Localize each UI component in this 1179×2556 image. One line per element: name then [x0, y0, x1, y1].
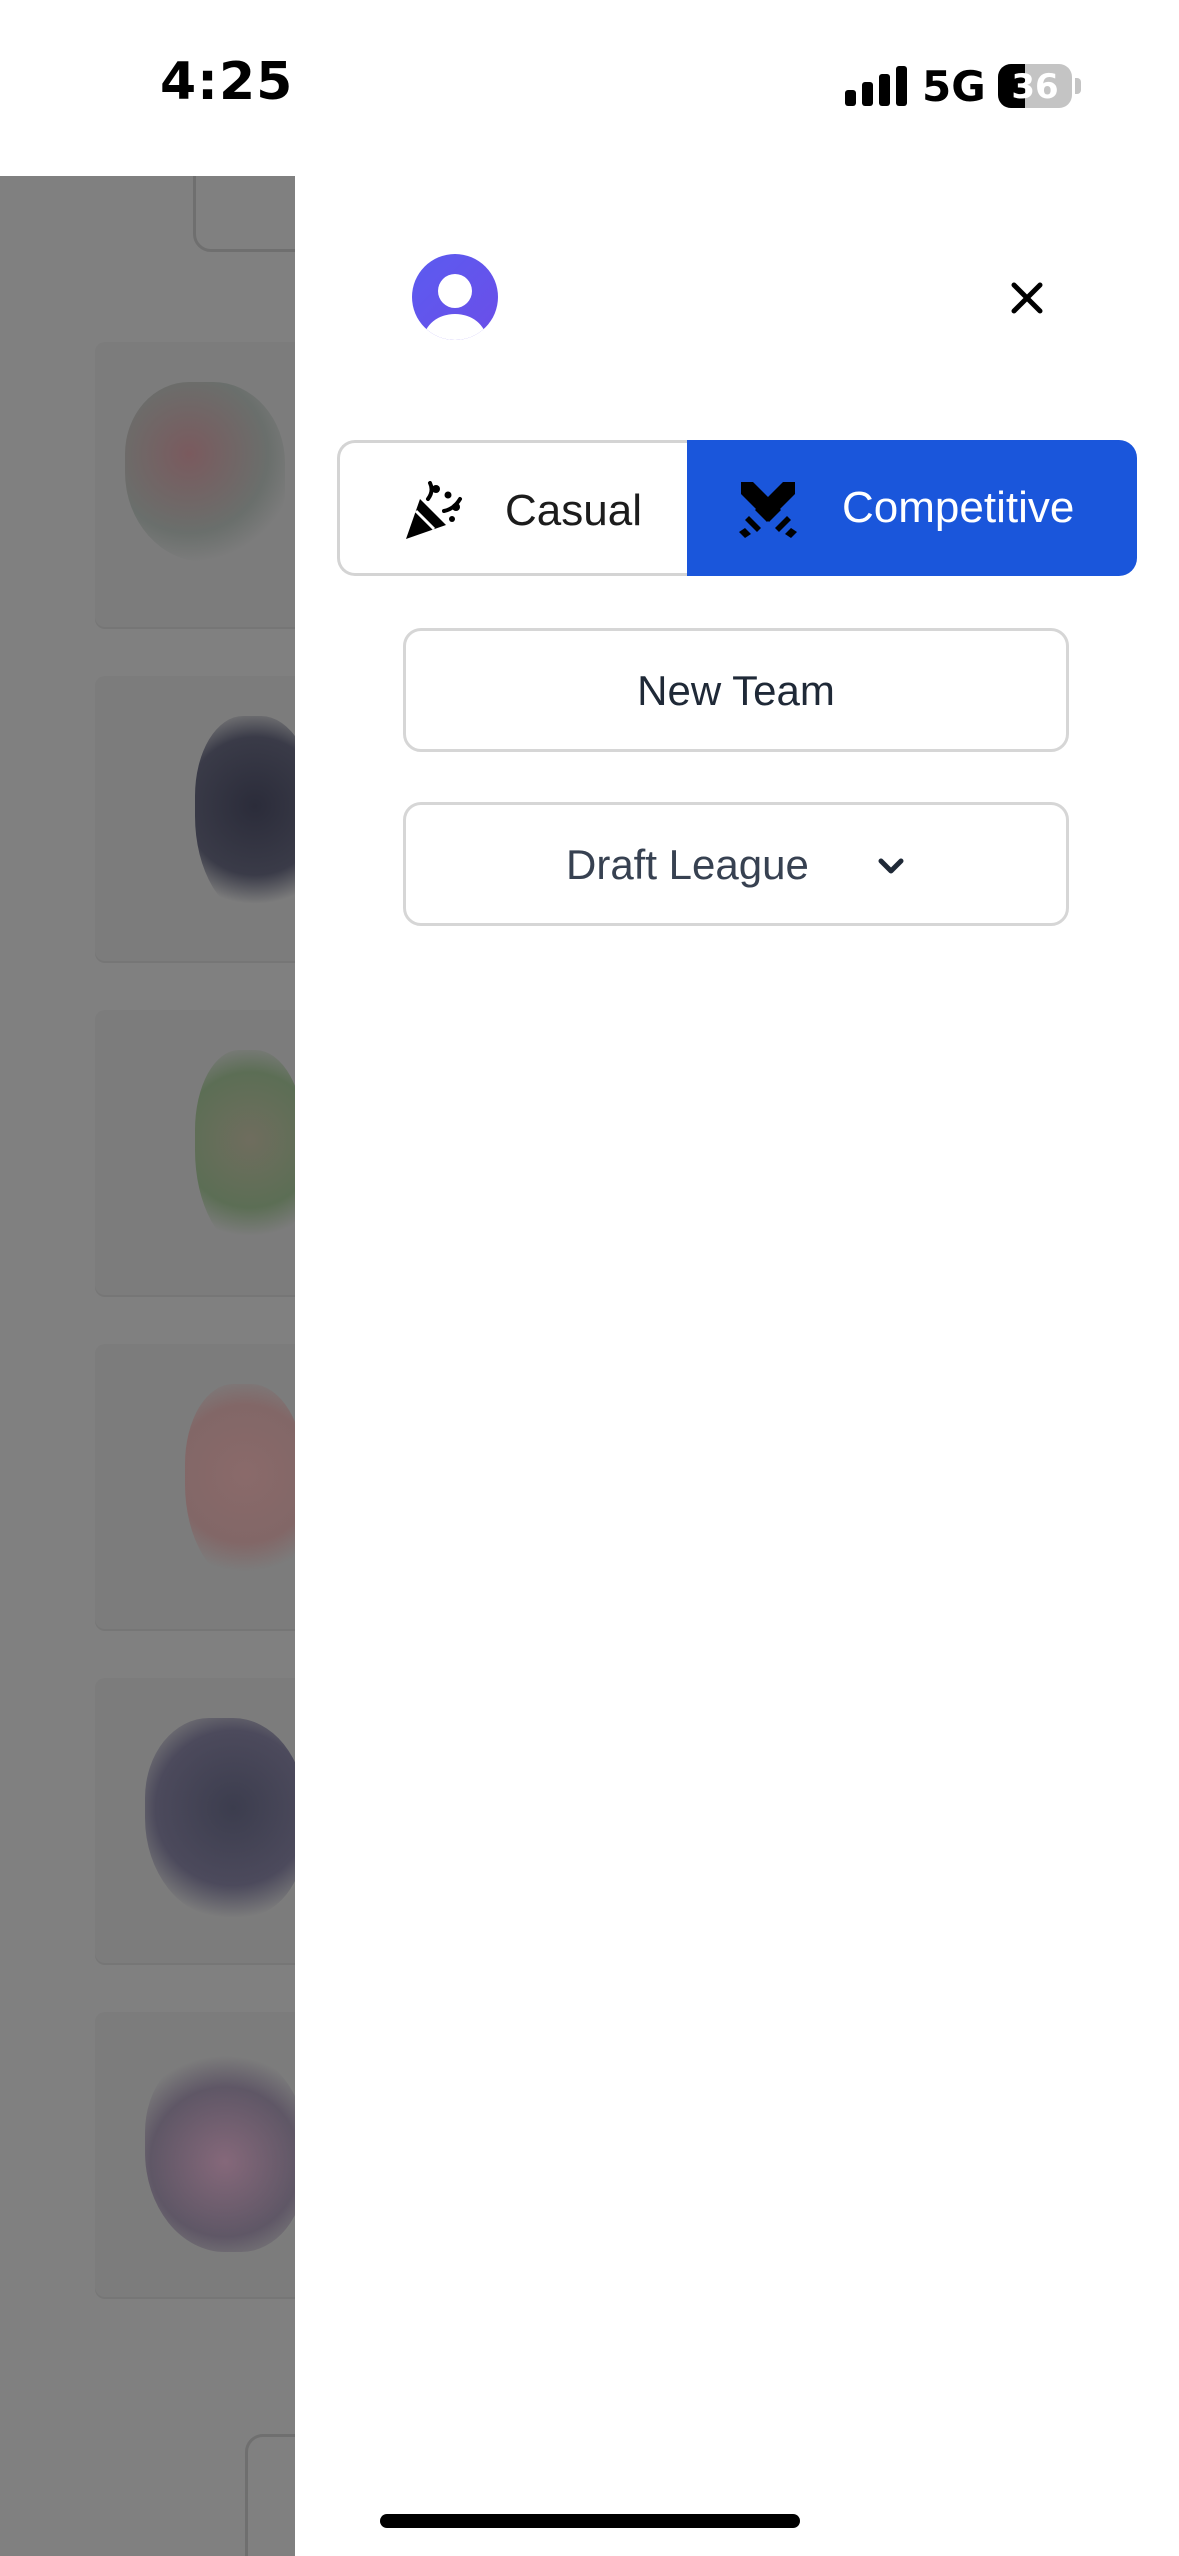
pokemon-sprite [195, 716, 295, 916]
home-indicator[interactable] [380, 2514, 800, 2528]
background-pokemon-card [95, 1678, 295, 1963]
background-card-edge [245, 2434, 295, 2556]
background-card-edge [193, 176, 295, 252]
background-pokemon-card [95, 2012, 295, 2297]
casual-mode-button[interactable]: Casual [337, 440, 687, 576]
network-type: 5G [922, 62, 986, 111]
chevron-down-icon [876, 855, 906, 879]
signal-strength-icon [845, 66, 909, 106]
casual-label: Casual [505, 486, 642, 535]
competitive-label: Competitive [842, 483, 1075, 532]
battery-level: 36 [1011, 67, 1059, 107]
new-team-label: New Team [637, 667, 835, 714]
competitive-mode-button[interactable]: Competitive [687, 440, 1137, 576]
background-pokemon-card [95, 342, 295, 627]
background-pokemon-card [95, 676, 295, 961]
pokemon-sprite [125, 382, 285, 562]
avatar-body [424, 314, 486, 340]
new-team-button[interactable]: New Team [403, 628, 1069, 752]
pokemon-sprite [145, 1718, 295, 1918]
draft-league-dropdown[interactable]: Draft League [403, 802, 1069, 926]
crossed-swords-icon [737, 478, 799, 540]
dimmed-background-overlay[interactable] [0, 176, 295, 2556]
pokemon-sprite [145, 2052, 295, 2252]
battery-cap [1075, 78, 1081, 94]
pokemon-sprite [185, 1384, 295, 1584]
pokemon-sprite [195, 1050, 295, 1250]
status-time: 4:25 [160, 52, 294, 112]
background-pokemon-card [95, 1010, 295, 1295]
battery-icon: 36 [998, 64, 1072, 108]
close-icon[interactable] [1005, 276, 1049, 320]
mode-toggle: Casual Competitive [337, 440, 1137, 576]
background-pokemon-card [95, 1344, 295, 1629]
draft-league-label: Draft League [566, 841, 809, 888]
party-popper-icon [402, 481, 464, 543]
avatar-head [438, 274, 472, 308]
status-bar: 4:25 5G 36 [0, 0, 1179, 176]
side-drawer: Casual Competitive New Team Draft League [295, 176, 1179, 2556]
user-avatar-icon[interactable] [412, 254, 498, 340]
